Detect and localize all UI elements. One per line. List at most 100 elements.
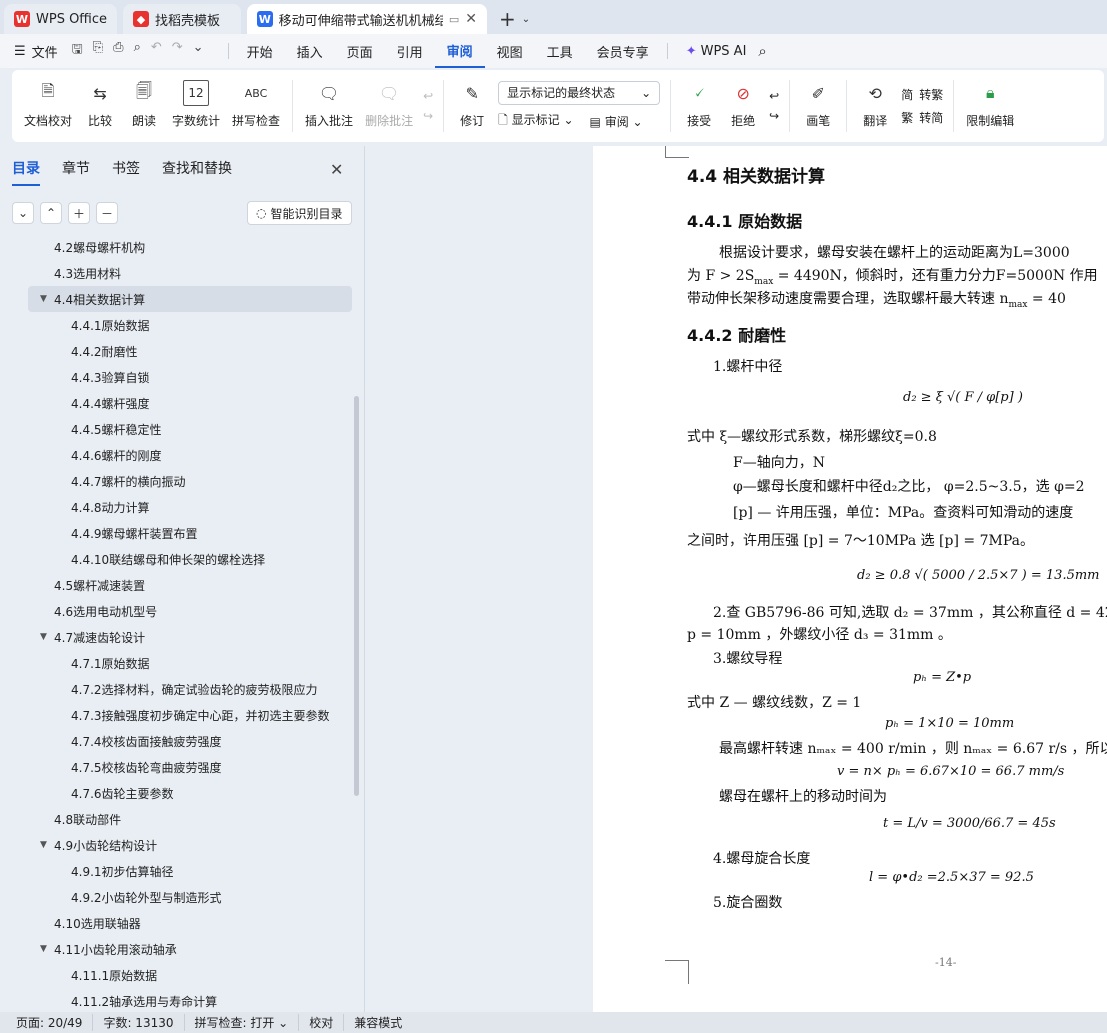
insert-comment-button[interactable]: 🗨 插入批注 [299, 76, 359, 136]
toc-item[interactable]: ▼ 4.7减速齿轮设计 [28, 624, 352, 650]
menu-review[interactable]: 审阅 [434, 34, 485, 68]
review-pane-button[interactable]: ▤ 审阅 ⌄ [590, 113, 643, 130]
tab-toc[interactable]: 目录 [12, 158, 40, 186]
tab-wps-office[interactable]: W WPS Office [4, 4, 118, 34]
spell-check-button[interactable]: ABC 拼写检查 [226, 76, 286, 136]
translate-button[interactable]: ⟲ 翻译 [853, 76, 897, 136]
toc-item[interactable]: 4.7.2选择材料，确定试验齿轮的疲劳极限应力 [28, 676, 352, 702]
menu-view[interactable]: 视图 [485, 34, 535, 68]
toc-item[interactable]: 4.10选用联轴器 [28, 910, 352, 936]
toc-item[interactable]: 4.11.2轴承选用与寿命计算 [28, 988, 352, 1014]
collapse-up-icon[interactable]: ⌃ [40, 202, 62, 224]
print-preview-icon[interactable]: ⌕ [134, 40, 141, 62]
prev-change-icon[interactable]: ↩ [769, 89, 779, 103]
divider [846, 80, 848, 132]
expand-arrow-icon[interactable]: ▼ [40, 840, 47, 850]
save-icon[interactable]: 🖫 [72, 40, 83, 62]
toc-item[interactable]: 4.4.5螺杆稳定性 [28, 416, 352, 442]
menu-home[interactable]: 开始 [235, 34, 285, 68]
spell-check-status[interactable]: 拼写检查: 打开 ⌄ [185, 1014, 300, 1031]
toc-item[interactable]: 4.7.6齿轮主要参数 [28, 780, 352, 806]
chevron-down-icon[interactable]: ⌄ [193, 40, 204, 62]
tab-docer-templates[interactable]: ◆ 找稻壳模板 [123, 4, 242, 34]
doc-check-button[interactable]: 🗎 文档校对 [18, 76, 78, 136]
close-icon[interactable]: ✕ [330, 160, 343, 179]
subscript: max [1008, 299, 1028, 310]
toc-item[interactable]: 4.2螺母螺杆机构 [28, 234, 352, 260]
menu-member[interactable]: 会员专享 [585, 34, 661, 68]
toc-item[interactable]: 4.4.2耐磨性 [28, 338, 352, 364]
delete-comment-button[interactable]: 🗨 删除批注 [359, 76, 419, 136]
expand-arrow-icon[interactable]: ▼ [40, 944, 47, 954]
show-markup-button[interactable]: 🗋 显示标记 ⌄ [498, 111, 573, 132]
page-indicator[interactable]: 页面: 20/49 [16, 1014, 94, 1031]
word-count-status[interactable]: 字数: 13130 [93, 1014, 185, 1031]
toc-item[interactable]: 4.4.10联结螺母和伸长架的螺栓选择 [28, 546, 352, 572]
toc-item[interactable]: 4.9.1初步估算轴径 [28, 858, 352, 884]
next-change-icon[interactable]: ↪ [769, 109, 779, 123]
track-changes-button[interactable]: ✎ 修订 [450, 76, 494, 136]
redo-icon[interactable]: ↷ [172, 40, 183, 62]
toc-item[interactable]: 4.4.7螺杆的横向振动 [28, 468, 352, 494]
document-page[interactable]: 4.4 相关数据计算 4.4.1 原始数据 根据设计要求，螺母安装在螺杆上的运动… [593, 146, 1107, 1012]
hamburger-icon[interactable]: ☰ [14, 44, 26, 59]
export-icon[interactable]: ⎘ [93, 40, 103, 62]
toc-item[interactable]: 4.8联动部件 [28, 806, 352, 832]
chevron-down-icon[interactable]: ⌄ [522, 14, 530, 25]
search-icon[interactable]: ⌕ [758, 42, 766, 60]
toc-item[interactable]: 4.4.4螺杆强度 [28, 390, 352, 416]
undo-icon[interactable]: ↶ [151, 40, 162, 62]
compare-button[interactable]: ⇆ 比较 [78, 76, 122, 136]
toc-item[interactable]: 4.4.1原始数据 [28, 312, 352, 338]
toc-item[interactable]: 4.6选用电动机型号 [28, 598, 352, 624]
expand-arrow-icon[interactable]: ▼ [40, 294, 47, 304]
pen-button[interactable]: ✐ 画笔 [796, 76, 840, 136]
toc-item[interactable]: 4.7.1原始数据 [28, 650, 352, 676]
toc-item[interactable]: 4.5螺杆减速装置 [28, 572, 352, 598]
expand-arrow-icon[interactable]: ▼ [40, 632, 47, 642]
menu-insert[interactable]: 插入 [285, 34, 335, 68]
toc-item[interactable]: 4.4.9螺母螺杆装置布置 [28, 520, 352, 546]
tab-document[interactable]: W 移动可伸缩带式输送机机械结 ▭ ✕ [247, 4, 488, 34]
new-tab-button[interactable]: + ⌄ [493, 4, 536, 34]
smart-toc-button[interactable]: ◌ 智能识别目录 [247, 201, 352, 225]
menu-references[interactable]: 引用 [385, 34, 435, 68]
menu-page[interactable]: 页面 [335, 34, 385, 68]
close-icon[interactable]: ✕ [465, 11, 477, 27]
markup-state-select[interactable]: 显示标记的最终状态 ⌄ [498, 80, 661, 105]
scrollbar[interactable] [354, 396, 359, 796]
toc-item[interactable]: 4.3选用材料 [28, 260, 352, 286]
wps-ai-button[interactable]: ✦ WPS AI [674, 34, 759, 68]
toc-item[interactable]: 4.4.8动力计算 [28, 494, 352, 520]
tab-find-replace[interactable]: 查找和替换 [162, 158, 232, 186]
accept-button[interactable]: 🗸 接受 [677, 76, 721, 136]
toc-item[interactable]: 4.7.5校核齿轮弯曲疲劳强度 [28, 754, 352, 780]
file-menu[interactable]: 文件 [32, 42, 58, 61]
toc-item[interactable]: ▼ 4.11小齿轮用滚动轴承 [28, 936, 352, 962]
toc-item[interactable]: 4.7.4校核齿面接触疲劳强度 [28, 728, 352, 754]
expand-down-icon[interactable]: ⌄ [12, 202, 34, 224]
next-comment-icon[interactable]: ↪ [423, 109, 433, 123]
restrict-edit-button[interactable]: 🔒︎ 限制编辑 [960, 76, 1020, 136]
remove-heading-icon[interactable]: － [96, 202, 118, 224]
toc-item[interactable]: ▼ 4.9小齿轮结构设计 [28, 832, 352, 858]
to-simplified-button[interactable]: 繁转简 [901, 109, 943, 126]
toc-item[interactable]: 4.4.3验算自锁 [28, 364, 352, 390]
proofread-status[interactable]: 校对 [299, 1014, 345, 1031]
read-aloud-button[interactable]: 🗐 朗读 [122, 76, 166, 136]
to-traditional-button[interactable]: 简转繁 [901, 86, 943, 103]
screen-icon[interactable]: ▭ [449, 13, 459, 26]
reject-button[interactable]: ⊘ 拒绝 [721, 76, 765, 136]
prev-comment-icon[interactable]: ↩ [423, 89, 433, 103]
print-icon[interactable]: ⎙ [113, 40, 123, 62]
toc-item[interactable]: 4.4.6螺杆的刚度 [28, 442, 352, 468]
menu-tools[interactable]: 工具 [535, 34, 585, 68]
toc-item[interactable]: 4.9.2小齿轮外型与制造形式 [28, 884, 352, 910]
toc-item[interactable]: ▼ 4.4相关数据计算 [28, 286, 352, 312]
toc-item[interactable]: 4.7.3接触强度初步确定中心距，并初选主要参数 [28, 702, 352, 728]
tab-sections[interactable]: 章节 [62, 158, 90, 186]
add-heading-icon[interactable]: ＋ [68, 202, 90, 224]
word-count-button[interactable]: 12 字数统计 [166, 76, 226, 136]
toc-item[interactable]: 4.11.1原始数据 [28, 962, 352, 988]
tab-bookmarks[interactable]: 书签 [112, 158, 140, 186]
